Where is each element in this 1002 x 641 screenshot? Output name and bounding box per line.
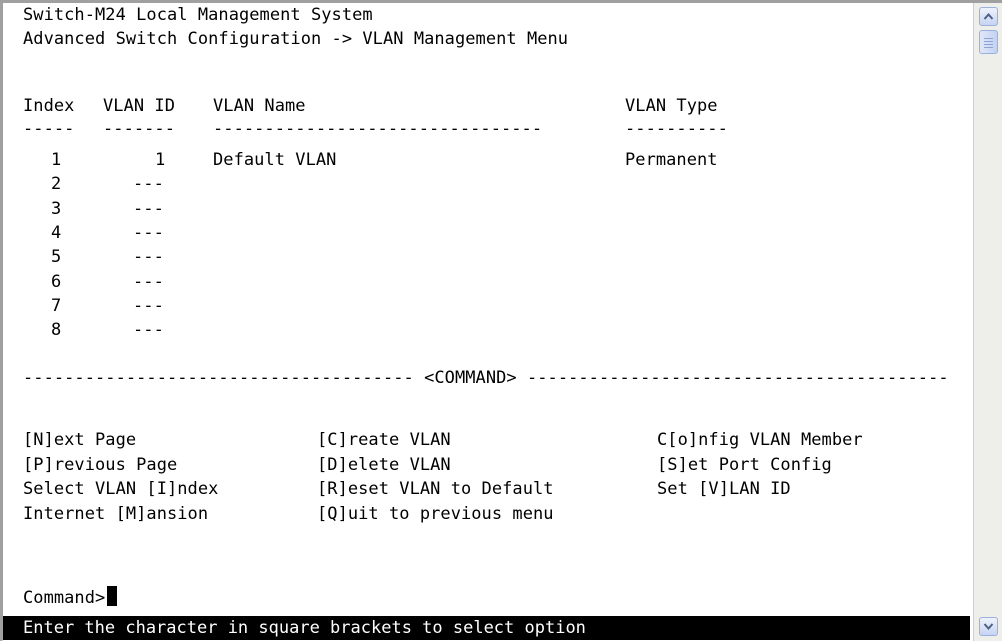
column-separator: -------	[103, 119, 175, 139]
menu-option[interactable]: [P]revious Page	[23, 453, 177, 478]
row-index: 3	[51, 198, 62, 219]
system-title: Switch-M24 Local Management System	[23, 5, 373, 25]
menu-option[interactable]: [S]et Port Config	[657, 453, 832, 478]
menu-option[interactable]: [C]reate VLAN	[317, 428, 451, 453]
row-index: 1	[51, 150, 62, 170]
row-vlan-id: 1	[155, 150, 166, 170]
command-divider: -------------------------------------- <…	[23, 368, 949, 388]
scroll-down-button[interactable]	[979, 617, 998, 636]
scroll-thumb[interactable]	[979, 30, 998, 54]
row-vlan-id: ---	[133, 198, 164, 219]
grip-icon	[984, 38, 993, 48]
menu-option[interactable]: Set [V]LAN ID	[657, 477, 791, 502]
menu-option[interactable]: [N]ext Page	[23, 428, 136, 453]
command-divider-label: <COMMAND>	[424, 368, 517, 388]
row-vlan-name: Default VLAN	[213, 150, 337, 170]
menu-option[interactable]: [D]elete VLAN	[317, 453, 451, 478]
terminal-screen[interactable]: Switch-M24 Local Management System Advan…	[3, 3, 973, 641]
menu-option[interactable]: C[o]nfig VLAN Member	[657, 428, 863, 453]
col-vlan-id-header: VLAN ID	[103, 96, 175, 116]
column-separator: --------------------------------	[213, 119, 543, 139]
scroll-up-button[interactable]	[979, 7, 998, 26]
menu-option[interactable]: [Q]uit to previous menu	[317, 502, 554, 527]
chevron-up-icon	[983, 12, 994, 20]
terminal-window: Switch-M24 Local Management System Advan…	[0, 0, 1002, 641]
row-index: 6	[51, 271, 62, 292]
row-vlan-id: ---	[133, 320, 164, 341]
vertical-scrollbar[interactable]	[973, 3, 1002, 641]
col-vlan-type-header: VLAN Type	[625, 96, 718, 116]
menu-option[interactable]: [R]eset VLAN to Default	[317, 477, 554, 502]
breadcrumb: Advanced Switch Configuration -> VLAN Ma…	[23, 29, 569, 49]
status-bar: Enter the character in square brackets t…	[3, 616, 970, 640]
text-cursor	[107, 586, 118, 606]
row-index: 8	[51, 320, 62, 341]
row-vlan-type: Permanent	[625, 150, 718, 170]
row-vlan-id: ---	[133, 222, 164, 243]
row-vlan-id: ---	[133, 271, 164, 292]
menu-option[interactable]: Internet [M]ansion	[23, 502, 208, 527]
row-index: 7	[51, 295, 62, 316]
row-vlan-id: ---	[133, 295, 164, 316]
row-index: 4	[51, 222, 62, 243]
chevron-down-icon	[983, 623, 994, 631]
row-vlan-id: ---	[133, 174, 164, 195]
row-index: 5	[51, 247, 62, 268]
column-separator: ----------	[625, 119, 728, 139]
column-separator: -----	[23, 119, 75, 139]
row-index: 2	[51, 174, 62, 195]
col-index-header: Index	[23, 96, 75, 116]
col-vlan-name-header: VLAN Name	[213, 96, 306, 116]
menu-option[interactable]: Select VLAN [I]ndex	[23, 477, 218, 502]
prompt-label: Command>	[23, 588, 106, 608]
command-prompt[interactable]: Command>	[23, 586, 118, 611]
row-vlan-id: ---	[133, 247, 164, 268]
